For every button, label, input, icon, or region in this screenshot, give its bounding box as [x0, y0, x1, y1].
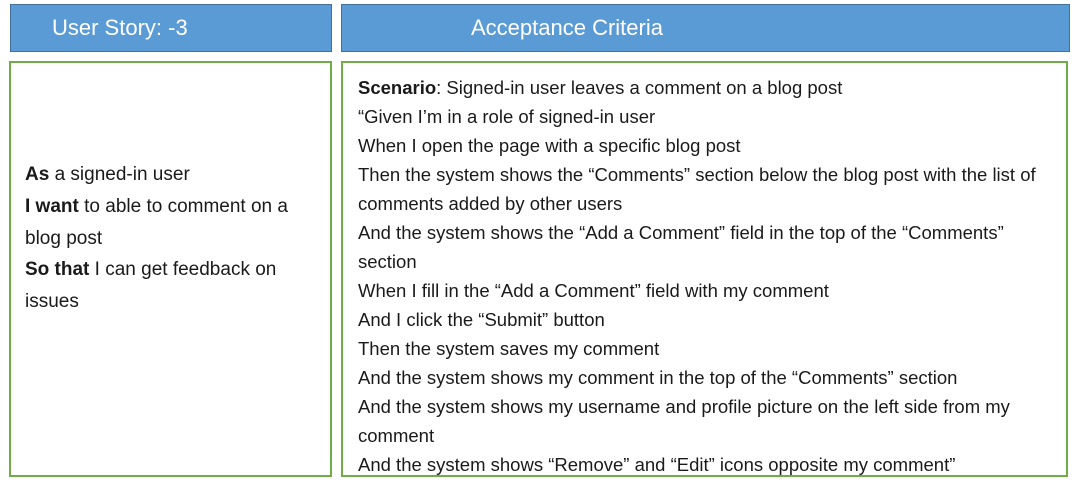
criteria-step: And the system shows “Remove” and “Edit”… [358, 454, 956, 475]
scenario-keyword: Scenario [358, 77, 437, 98]
criteria-step: Then the system saves my comment [358, 338, 660, 359]
criteria-step: And the system shows my comment in the t… [358, 367, 958, 388]
user-story-box: As a signed-in user I want to able to co… [9, 61, 332, 477]
user-story-title: User Story: -3 [52, 15, 188, 40]
story-line-text: a signed-in user [49, 164, 190, 185]
criteria-step: Then the system shows the “Comments” sec… [358, 164, 1036, 214]
story-keyword: I want [25, 195, 79, 217]
story-line-as: As a signed-in user [25, 159, 323, 191]
user-story-text: As a signed-in user I want to able to co… [25, 159, 323, 318]
criteria-step: And the system shows my username and pro… [358, 396, 1010, 446]
acceptance-criteria-text: Scenario: Signed-in user leaves a commen… [358, 73, 1058, 475]
acceptance-criteria-title: Acceptance Criteria [471, 15, 663, 40]
criteria-step: “Given I’m in a role of signed-in user [358, 106, 656, 127]
user-story-header: User Story: -3 [10, 4, 332, 52]
criteria-step: And the system shows the “Add a Comment”… [358, 222, 1004, 272]
criteria-step: When I open the page with a specific blo… [358, 135, 741, 156]
story-keyword: So that [25, 259, 90, 281]
story-line-i-want: I want to able to comment on a blog post [25, 191, 323, 255]
story-line-so-that: So that I can get feedback on issues [25, 254, 323, 318]
acceptance-criteria-header: Acceptance Criteria [341, 4, 1070, 52]
criteria-step: And I click the “Submit” button [358, 309, 605, 330]
acceptance-criteria-box: Scenario: Signed-in user leaves a commen… [341, 61, 1068, 477]
scenario-text: : Signed-in user leaves a comment on a b… [436, 77, 843, 98]
story-keyword: As [25, 164, 50, 185]
criteria-step: When I fill in the “Add a Comment” field… [358, 280, 829, 301]
scenario-line: Scenario: Signed-in user leaves a commen… [358, 73, 1058, 102]
